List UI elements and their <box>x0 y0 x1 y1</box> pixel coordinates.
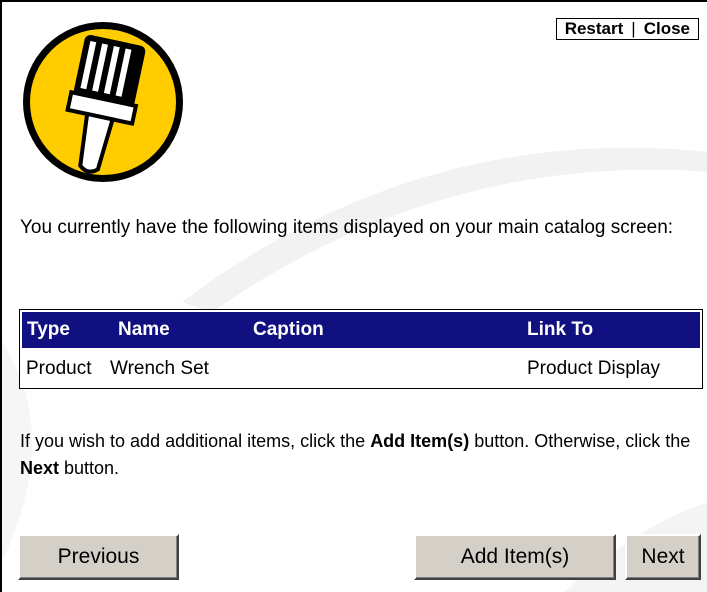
instructions-part1: If you wish to add additional items, cli… <box>20 431 371 451</box>
column-type: Type <box>27 319 70 340</box>
instructions-text: If you wish to add additional items, cli… <box>20 428 700 482</box>
restart-link[interactable]: Restart <box>565 20 624 37</box>
instructions-add-items-emphasis: Add Item(s) <box>370 431 470 451</box>
next-button[interactable]: Next <box>625 534 701 580</box>
instructions-next-emphasis: Next <box>20 458 60 478</box>
link-separator: | <box>631 18 636 38</box>
column-caption: Caption <box>253 319 324 340</box>
previous-button[interactable]: Previous <box>18 534 179 580</box>
column-name: Name <box>118 319 170 340</box>
cell-link-to: Product Display <box>527 358 661 379</box>
cell-name: Wrench Set <box>110 358 209 379</box>
wizard-window: Restart | Close You currently have the f… <box>0 0 707 592</box>
top-links: Restart | Close <box>555 18 699 40</box>
instructions-part2: button. Otherwise, click the <box>469 431 691 451</box>
add-items-button[interactable]: Add Item(s) <box>414 534 616 580</box>
intro-text: You currently have the following items d… <box>20 217 674 238</box>
paintbrush-icon <box>23 22 183 182</box>
items-table: Type Name Caption Link To Product Wrench… <box>19 309 703 389</box>
table-header: Type Name Caption Link To <box>22 312 700 348</box>
cell-type: Product <box>26 358 92 379</box>
column-link-to: Link To <box>527 319 594 340</box>
instructions-part3: button. <box>59 458 120 478</box>
close-link[interactable]: Close <box>644 20 690 37</box>
